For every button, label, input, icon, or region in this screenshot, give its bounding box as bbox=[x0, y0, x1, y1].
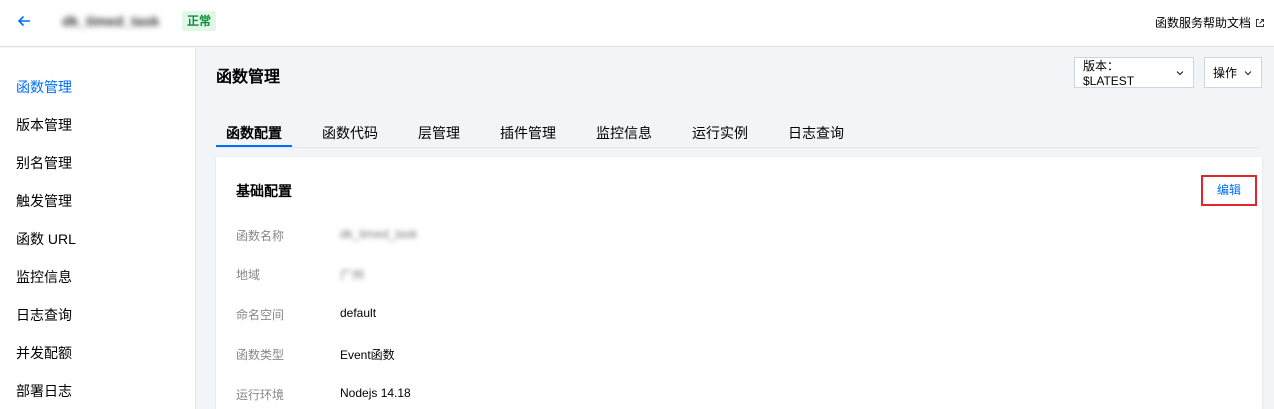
field-label-function-name: 函数名称 bbox=[236, 229, 285, 243]
page-title: 函数管理 bbox=[216, 69, 281, 86]
version-dropdown-label: 版本：$LATEST bbox=[1083, 59, 1135, 88]
sidebar-item-trigger-mgmt[interactable]: 触发管理 bbox=[16, 191, 72, 211]
field-value-function-name: dk_timed_task bbox=[340, 227, 418, 241]
field-label-region: 地域 bbox=[236, 268, 261, 282]
sidebar-item-deploy-logs[interactable]: 部署日志 bbox=[16, 381, 72, 401]
actions-dropdown-label: 操作 bbox=[1213, 66, 1238, 80]
function-name: dk_timed_task bbox=[62, 13, 160, 29]
chevron-down-icon bbox=[1176, 70, 1184, 75]
basic-config-card: 基础配置 编辑 函数名称 dk_timed_task 地域 广州 命名空间 de… bbox=[216, 157, 1262, 409]
tab-function-code[interactable]: 函数代码 bbox=[322, 124, 378, 142]
sidebar-item-monitoring[interactable]: 监控信息 bbox=[16, 267, 72, 287]
help-docs-label: 函数服务帮助文档 bbox=[1154, 16, 1251, 30]
tab-running-instances[interactable]: 运行实例 bbox=[692, 124, 748, 142]
actions-dropdown[interactable]: 操作 bbox=[1204, 57, 1262, 88]
version-dropdown[interactable]: 版本：$LATEST bbox=[1074, 57, 1194, 88]
sidebar-item-logs[interactable]: 日志查询 bbox=[16, 305, 72, 325]
tab-function-config[interactable]: 函数配置 bbox=[226, 124, 282, 142]
sidebar-item-function-mgmt[interactable]: 函数管理 bbox=[16, 77, 72, 97]
active-tab-indicator bbox=[216, 145, 292, 147]
sidebar-item-alias-mgmt[interactable]: 别名管理 bbox=[16, 153, 72, 173]
top-header: dk_timed_task 正常 函数服务帮助文档 bbox=[0, 0, 1274, 47]
field-value-runtime: Nodejs 14.18 bbox=[340, 386, 411, 400]
tab-monitoring[interactable]: 监控信息 bbox=[596, 124, 652, 142]
external-link-icon bbox=[1256, 18, 1264, 27]
field-label-namespace: 命名空间 bbox=[236, 308, 285, 322]
tab-bar: 函数配置 函数代码 层管理 插件管理 监控信息 运行实例 日志查询 bbox=[216, 118, 1260, 148]
tab-plugin-mgmt[interactable]: 插件管理 bbox=[500, 124, 556, 142]
chevron-down-icon bbox=[1244, 70, 1252, 75]
card-title: 基础配置 bbox=[236, 183, 292, 199]
field-value-namespace: default bbox=[340, 306, 377, 320]
tab-log-query[interactable]: 日志查询 bbox=[788, 124, 844, 142]
field-value-function-type: Event函数 bbox=[340, 348, 395, 362]
tab-layer-mgmt[interactable]: 层管理 bbox=[418, 124, 460, 142]
field-value-region: 广州 bbox=[340, 268, 365, 282]
sidebar-item-concurrency[interactable]: 并发配额 bbox=[16, 343, 72, 363]
sidebar-item-version-mgmt[interactable]: 版本管理 bbox=[16, 115, 72, 135]
field-label-runtime: 运行环境 bbox=[236, 388, 285, 402]
sidebar: 函数管理 版本管理 别名管理 触发管理 函数 URL 监控信息 日志查询 并发配… bbox=[0, 48, 196, 409]
field-label-function-type: 函数类型 bbox=[236, 348, 285, 362]
sidebar-item-function-url[interactable]: 函数 URL bbox=[16, 229, 76, 249]
back-arrow-icon[interactable] bbox=[15, 12, 33, 30]
status-badge: 正常 bbox=[182, 11, 217, 31]
help-docs-link[interactable]: 函数服务帮助文档 bbox=[1155, 14, 1265, 31]
edit-button[interactable]: 编辑 bbox=[1201, 175, 1257, 206]
